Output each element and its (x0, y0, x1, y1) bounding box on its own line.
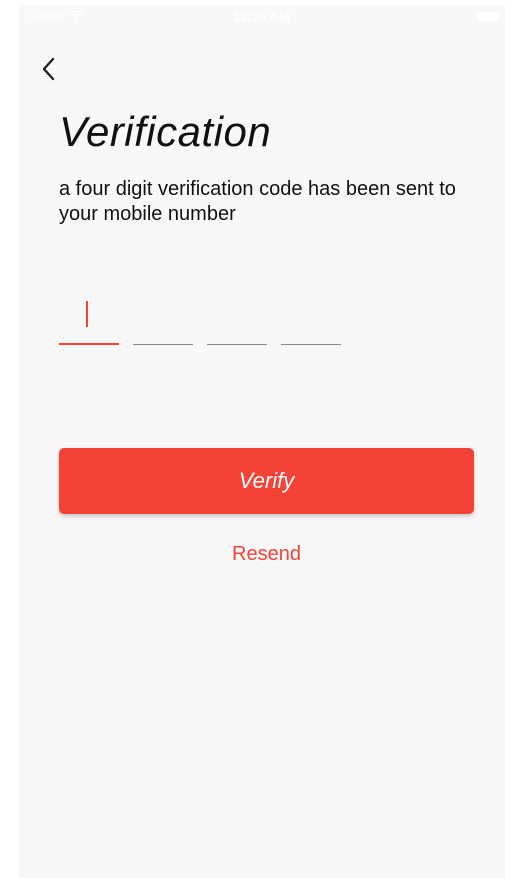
code-digit-underline (59, 343, 119, 345)
back-button[interactable] (34, 53, 62, 85)
page-title: Verification (59, 108, 272, 155)
instruction-text: a four digit verification code has been … (59, 178, 456, 225)
code-digit-underline (133, 344, 193, 345)
verification-screen: Carrier 12:16 AM Verification a four dig… (18, 5, 505, 878)
code-digit-3[interactable] (207, 295, 267, 345)
code-digit-underline (207, 344, 267, 345)
status-bar: Carrier 12:16 AM (18, 5, 505, 27)
verify-button[interactable]: Verify (59, 448, 474, 514)
code-digit-4[interactable] (281, 295, 341, 345)
battery-icon (477, 12, 499, 21)
code-digit-2[interactable] (133, 295, 193, 345)
code-digit-1[interactable] (59, 295, 119, 345)
verify-button-label: Verify (238, 468, 295, 493)
text-cursor (86, 301, 88, 327)
status-time: 12:16 AM (233, 9, 290, 24)
resend-link-label: Resend (232, 543, 301, 565)
verification-code-input (59, 295, 341, 345)
resend-link[interactable]: Resend (59, 543, 474, 566)
code-digit-underline (281, 344, 341, 345)
chevron-left-icon (42, 57, 55, 81)
